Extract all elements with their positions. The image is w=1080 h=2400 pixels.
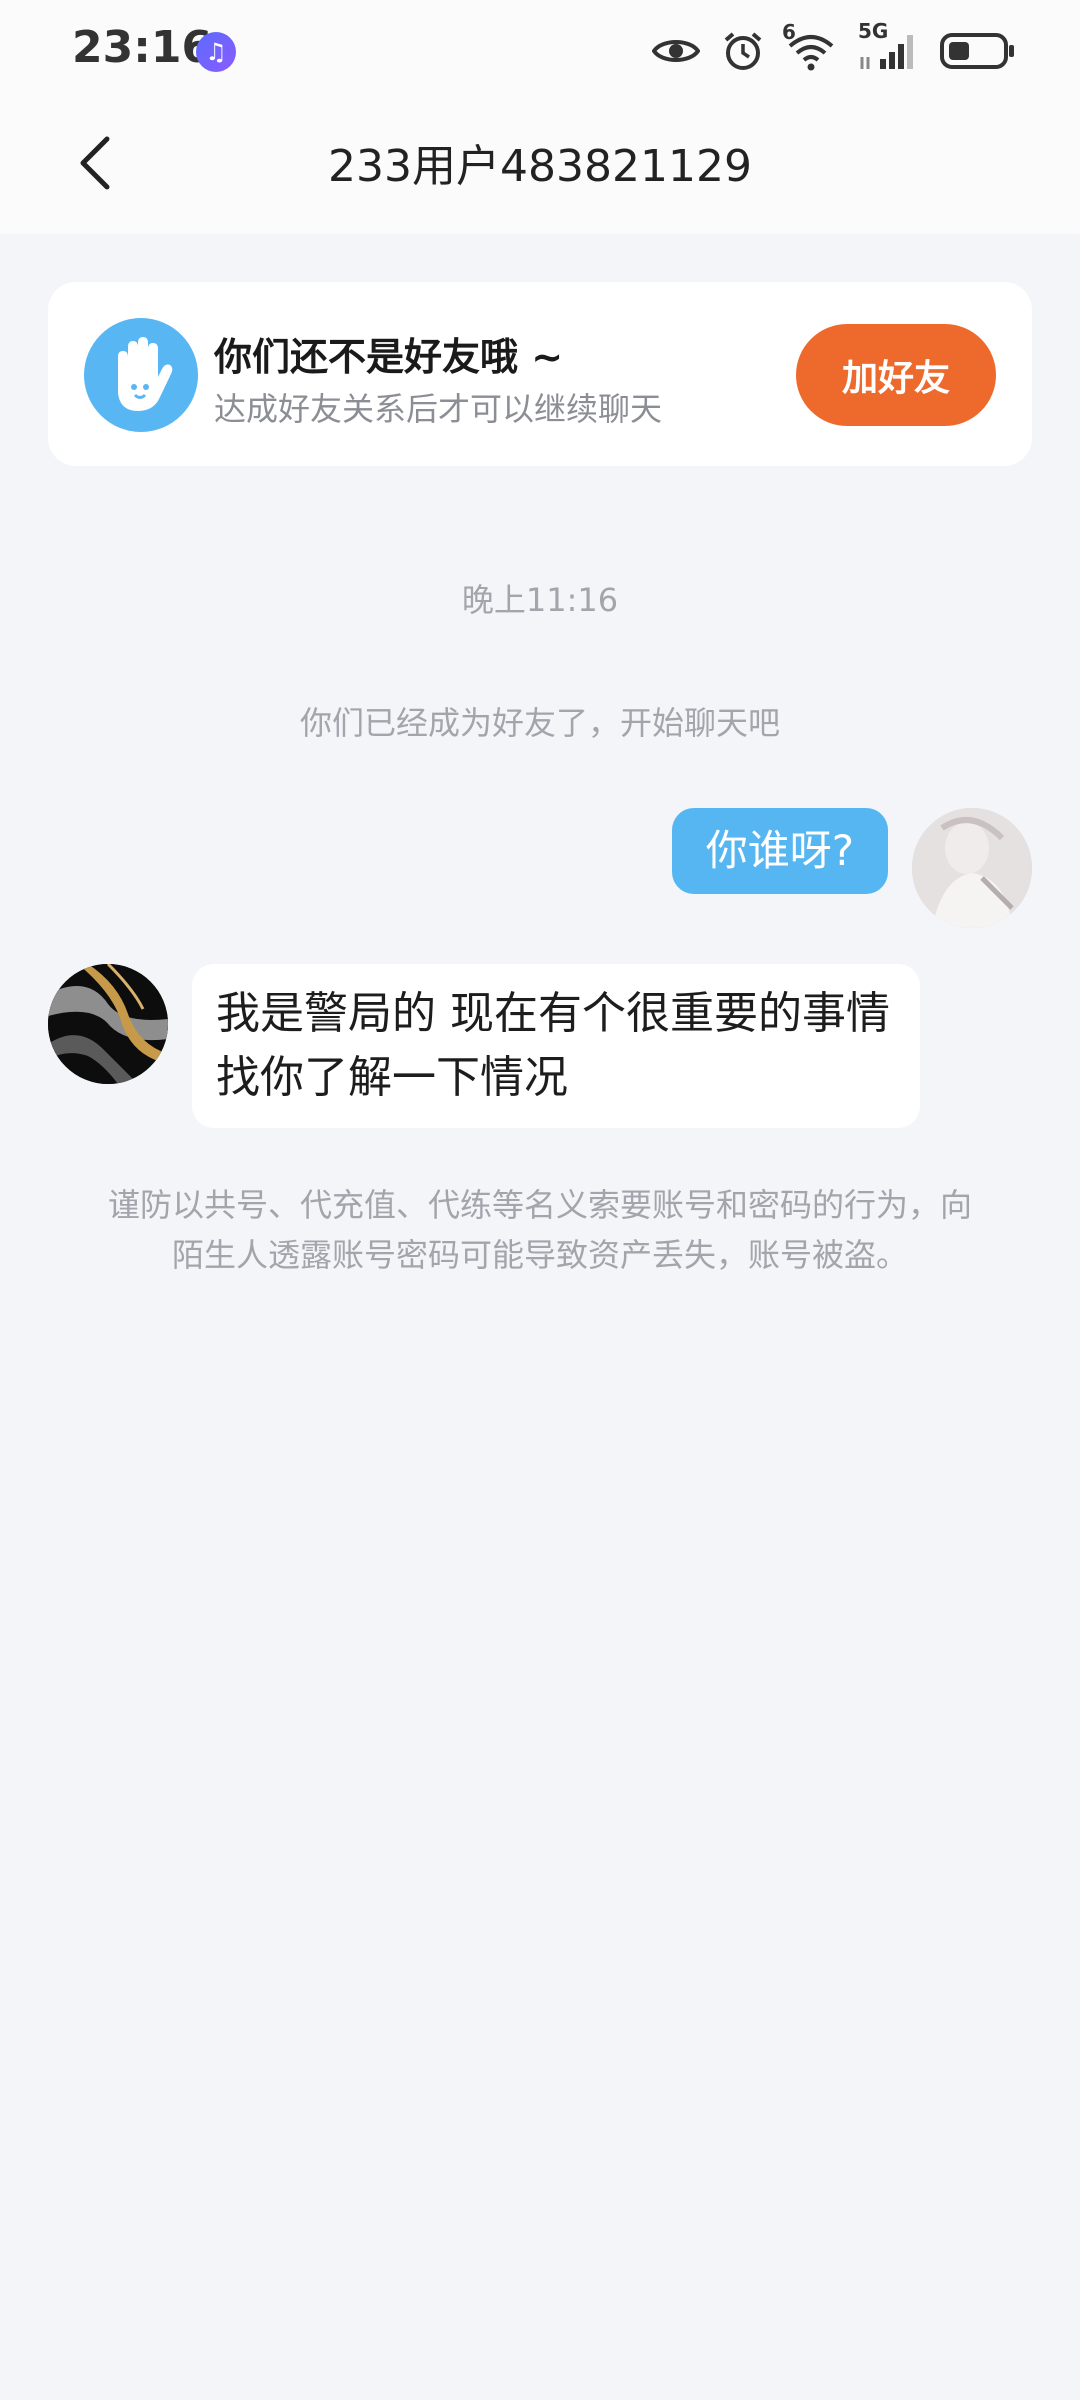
status-icons: 6 5G xyxy=(652,19,1016,76)
wifi-icon: 6 xyxy=(782,20,836,72)
status-time: 23:16 xyxy=(72,22,213,73)
battery-icon xyxy=(940,32,1016,70)
chat-screen: 23:16 ♫ 6 5G 233用户483821129 你们还不是好友哦 ~ 达… xyxy=(0,0,1080,2400)
outgoing-message-bubble[interactable]: 你谁呀? xyxy=(671,808,888,894)
banner-title: 你们还不是好友哦 ~ xyxy=(214,335,564,379)
status-bar: 23:16 ♫ 6 5G xyxy=(0,0,1080,100)
security-warning: 谨防以共号、代充值、代练等名义索要账号和密码的行为，向陌生人透露账号密码可能导致… xyxy=(107,1186,972,1274)
contact-avatar[interactable] xyxy=(48,964,168,1084)
incoming-message-bubble[interactable]: 我是警局的 现在有个很重要的事情找你了解一下情况 xyxy=(192,964,920,1128)
not-friend-banner: 你们还不是好友哦 ~ 达成好友关系后才可以继续聊天 加好友 xyxy=(48,282,1032,466)
music-app-icon: ♫ xyxy=(196,32,236,72)
chat-title: 233用户483821129 xyxy=(328,141,752,192)
network-type-label: 5G xyxy=(858,19,889,43)
add-friend-button[interactable]: 加好友 xyxy=(796,324,996,426)
message-timestamp: 晚上11:16 xyxy=(461,581,619,619)
my-avatar[interactable] xyxy=(912,808,1032,928)
eye-icon xyxy=(652,35,700,67)
banner-subtitle: 达成好友关系后才可以继续聊天 xyxy=(214,390,663,428)
wifi-label: 6 xyxy=(782,20,796,44)
hand-wave-icon xyxy=(84,318,198,432)
chat-header: 233用户483821129 xyxy=(0,100,1080,234)
signal-icon: 5G xyxy=(858,19,918,71)
system-message: 你们已经成为好友了，开始聊天吧 xyxy=(299,704,780,742)
alarm-icon xyxy=(722,30,764,72)
